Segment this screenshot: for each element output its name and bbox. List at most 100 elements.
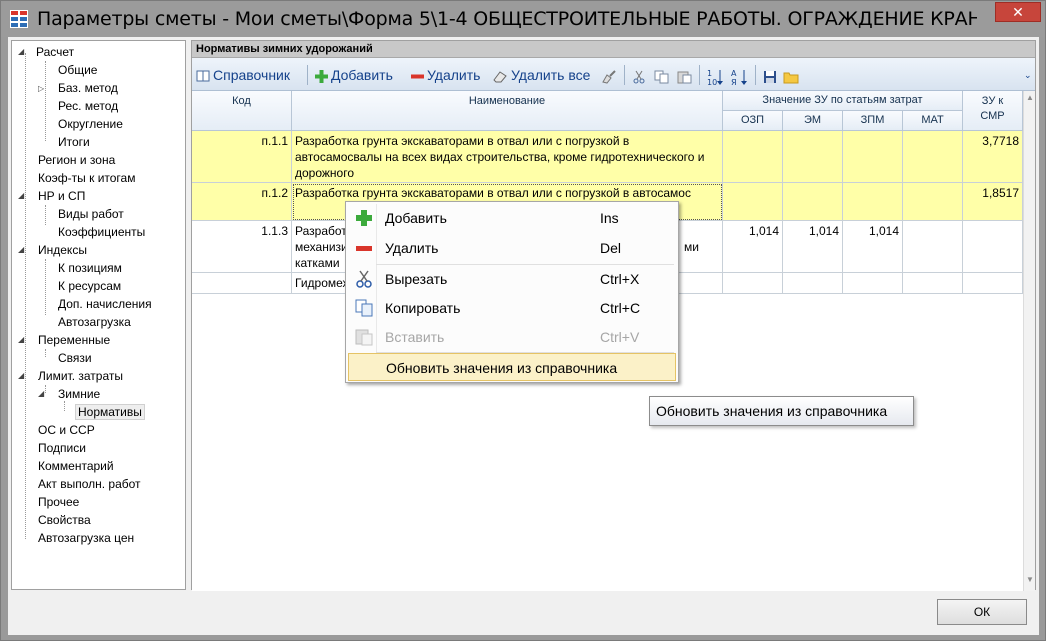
tree-item-links[interactable]: Связи [58,349,92,367]
collapse-triangle-icon[interactable]: ◢ [18,241,24,259]
row3-em[interactable]: 1,014 [783,221,843,273]
tree-item-totals[interactable]: Итоги [58,133,90,151]
svg-text:10: 10 [707,78,717,86]
row4-ozp[interactable] [723,273,783,294]
reference-button[interactable]: Справочник [196,65,290,85]
menu-item-paste: Вставить Ctrl+V [348,323,676,351]
col-header-ozp[interactable]: ОЗП [723,111,783,131]
tree-item-other[interactable]: Прочее [38,493,79,511]
col-header-name[interactable]: Наименование [292,91,723,131]
copy-icon[interactable] [654,70,669,84]
col-header-code[interactable]: Код [192,91,292,131]
row1-name[interactable]: Разработка грунта экскаваторами в отвал … [292,131,723,183]
tree-item-to-resources[interactable]: К ресурсам [58,277,121,295]
row2-mat[interactable] [903,183,963,221]
col-header-em[interactable]: ЭМ [783,111,843,131]
eraser-icon [493,71,507,83]
row2-zpm[interactable] [843,183,903,221]
plus-icon [356,210,372,226]
toolbar-overflow-icon[interactable]: ⌄ [1024,70,1032,81]
ok-button[interactable]: ОК [937,599,1027,625]
row4-zpm[interactable] [843,273,903,294]
col-header-zpm[interactable]: ЗПМ [843,111,903,131]
toolbar-separator [624,65,625,85]
row3-ozp[interactable]: 1,014 [723,221,783,273]
tree-item-to-positions[interactable]: К позициям [58,259,122,277]
row2-em[interactable] [783,183,843,221]
tree-item-act[interactable]: Акт выполн. работ [38,475,141,493]
collapse-triangle-icon[interactable]: ◢ [18,187,24,205]
app-grid-icon [10,10,28,28]
delete-all-button[interactable]: Удалить все [493,65,590,85]
row3-name-tail: ми [684,240,699,254]
collapse-triangle-icon[interactable]: ◢ [38,385,44,403]
scissors-icon[interactable] [632,70,646,84]
row4-em[interactable] [783,273,843,294]
tree-item-region[interactable]: Регион и зона [38,151,115,169]
collapse-triangle-icon[interactable]: ◢ [18,331,24,349]
tree-guide [45,205,46,225]
col-header-zu-smr[interactable]: ЗУ к СМР [963,91,1023,131]
tree-item-autoload[interactable]: Автозагрузка [58,313,131,331]
row4-mat[interactable] [903,273,963,294]
row2-zu[interactable]: 1,8517 [963,183,1023,221]
tree-item-res-method[interactable]: Рес. метод [58,97,118,115]
row3-code[interactable]: 1.1.3 [192,221,292,273]
tree-item-coefficients[interactable]: Коэффициенты [58,223,145,241]
row2-ozp[interactable] [723,183,783,221]
close-button[interactable]: ✕ [995,2,1041,22]
collapse-triangle-icon[interactable]: ◢ [18,43,24,61]
grid-vertical-scrollbar[interactable]: ▲ ▼ [1023,91,1035,591]
tree-item-work-types[interactable]: Виды работ [58,205,124,223]
settings-tree[interactable]: ◢ Расчет Общие ▷ Баз. метод Рес. метод Окр… [11,40,186,590]
row1-code[interactable]: п.1.1 [192,131,292,183]
title-bar[interactable]: Параметры сметы - Мои сметы\Форма 5\1-4 … [1,1,1045,37]
open-folder-icon[interactable] [783,70,800,84]
tree-guide [45,385,46,393]
save-icon[interactable] [763,70,777,84]
tree-item-rounding[interactable]: Округление [58,115,123,133]
tree-item-price-autoload[interactable]: Автозагрузка цен [38,529,134,547]
row4-code[interactable] [192,273,292,294]
tree-item-comment[interactable]: Комментарий [38,457,114,475]
row1-mat[interactable] [903,131,963,183]
tree-item-coef-totals[interactable]: Коэф-ты к итогам [38,169,135,187]
clear-brush-icon[interactable] [601,70,616,84]
menu-item-update-from-reference[interactable]: Обновить значения из справочника [348,353,676,381]
tree-item-norms[interactable]: Нормативы [75,403,145,421]
svg-text:A: A [731,69,737,78]
col-header-mat[interactable]: МАТ [903,111,963,131]
row4-zu[interactable] [963,273,1023,294]
menu-item-delete[interactable]: Удалить Del [348,234,676,262]
menu-item-copy[interactable]: Копировать Ctrl+C [348,294,676,322]
row1-zu[interactable]: 3,7718 [963,131,1023,183]
expand-triangle-icon[interactable]: ▷ [38,80,44,98]
add-button[interactable]: Добавить [315,65,393,85]
svg-text:Я: Я [731,78,737,86]
scroll-up-icon[interactable]: ▲ [1025,93,1035,105]
delete-button[interactable]: Удалить [411,65,480,85]
tree-item-signatures[interactable]: Подписи [38,439,86,457]
row1-ozp[interactable] [723,131,783,183]
sort-alpha-icon[interactable]: AЯ [731,68,748,86]
collapse-triangle-icon[interactable]: ◢ [18,367,24,385]
tree-item-extra-charges[interactable]: Доп. начисления [58,295,152,313]
paste-icon[interactable] [677,70,692,84]
menu-item-add[interactable]: Добавить Ins [348,204,676,232]
plus-icon [315,69,328,83]
sort-ascending-icon[interactable]: 110 [707,68,724,86]
row2-code[interactable]: п.1.2 [192,183,292,221]
tree-item-os-ssr[interactable]: ОС и ССР [38,421,95,439]
row3-zpm[interactable]: 1,014 [843,221,903,273]
row3-zu[interactable] [963,221,1023,273]
row1-em[interactable] [783,131,843,183]
scroll-down-icon[interactable]: ▼ [1025,575,1035,587]
tree-item-general[interactable]: Общие [58,61,97,79]
menu-item-cut[interactable]: Вырезать Ctrl+X [348,265,676,293]
row1-zpm[interactable] [843,131,903,183]
panel-toolbar: Справочник Добавить Удалить Удалить все [192,58,1035,91]
paste-icon [355,329,373,346]
tree-item-properties[interactable]: Свойства [38,511,91,529]
scissors-icon [356,270,372,288]
row3-mat[interactable] [903,221,963,273]
